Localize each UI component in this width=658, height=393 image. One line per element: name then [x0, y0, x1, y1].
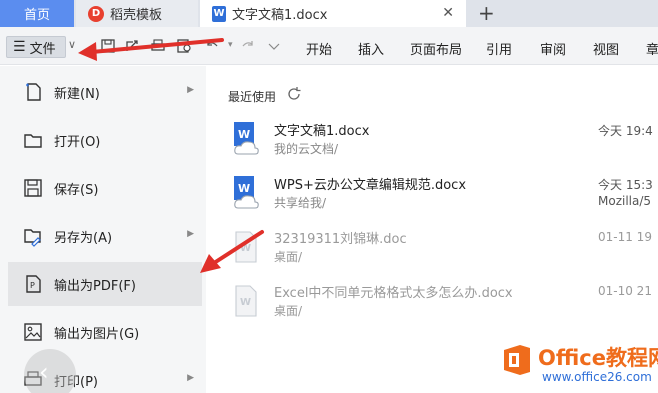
word-doc-icon: W [212, 5, 226, 22]
tab-home-label: 首页 [23, 8, 50, 23]
plus-icon[interactable]: + [478, 1, 495, 25]
export-icon[interactable] [124, 38, 140, 54]
file-location: 桌面/ [274, 304, 303, 318]
redo-icon[interactable] [240, 38, 256, 54]
svg-text:W: W [240, 297, 251, 308]
svg-text:P: P [30, 281, 35, 290]
cloud-doc-icon: W [232, 176, 260, 210]
tab-references[interactable]: 引用 [486, 39, 512, 58]
submenu-arrow-icon: ▶ [187, 229, 194, 239]
file-location: 共享给我/ [274, 196, 327, 210]
submenu-arrow-icon: ▶ [187, 85, 194, 95]
file-name: Excel中不同单元格格式太多怎么办.docx [274, 286, 513, 301]
save-as-icon [22, 225, 44, 247]
file-date: 01-11 19 [598, 230, 652, 244]
menu-item-open-label: 打开(O) [54, 134, 101, 150]
file-name: WPS+云办公文章编辑规范.docx [274, 178, 467, 193]
save-icon [22, 177, 44, 199]
toolbar: ☰ 文件 ∨ ▾ 开始 插入 页面布局 引用 审阅 视图 章 [0, 27, 658, 65]
svg-text:W: W [238, 128, 250, 141]
tab-review[interactable]: 审阅 [540, 39, 566, 58]
watermark-url: www.office26.com [542, 370, 652, 384]
file-date: 今天 15:3 [598, 178, 653, 192]
menu-item-export-image-label: 输出为图片(G) [54, 326, 140, 342]
refresh-icon[interactable] [286, 86, 302, 102]
menu-item-new[interactable]: 新建(N) ▶ [8, 70, 202, 114]
file-menu-button[interactable]: ☰ 文件 [6, 36, 66, 58]
tab-home[interactable]: 首页 [0, 0, 74, 27]
tab-chapter[interactable]: 章 [646, 39, 658, 58]
undo-dropdown-icon[interactable]: ▾ [228, 40, 233, 50]
tab-document[interactable]: W 文字文稿1.docx ✕ [200, 0, 466, 27]
recent-file-row[interactable]: W 32319311刘锦琳.doc 桌面/ 01-11 19 [232, 228, 652, 274]
svg-text:W: W [238, 182, 250, 195]
menu-item-export-image[interactable]: 输出为图片(G) [8, 310, 202, 354]
more-icon[interactable] [266, 38, 282, 54]
doc-icon: W [232, 230, 260, 264]
watermark-name: Office教程网 [538, 346, 658, 370]
pdf-export-icon: P [22, 273, 44, 295]
chevron-down-icon[interactable]: ∨ [68, 38, 76, 51]
menu-item-export-pdf[interactable]: P 输出为PDF(F) [8, 262, 202, 306]
tab-bar: 首页 D 稻壳模板 W 文字文稿1.docx ✕ + [0, 0, 658, 27]
close-icon[interactable]: ✕ [442, 5, 454, 21]
save-icon[interactable] [100, 38, 116, 54]
recent-title: 最近使用 [228, 90, 277, 104]
chevron-left-icon: ‹ [39, 358, 49, 386]
file-location: 我的云文档/ [274, 142, 339, 156]
docer-logo-icon: D [88, 5, 104, 22]
file-date: 今天 19:4 [598, 124, 653, 138]
tab-view[interactable]: 视图 [593, 39, 619, 58]
submenu-arrow-icon: ▶ [187, 373, 194, 383]
print-preview-icon[interactable] [176, 38, 192, 54]
file-menu-panel: 新建(N) ▶ 打开(O) 保存(S) 另存为(A) ▶ P 输出为PDF(F)… [0, 66, 206, 393]
menu-item-export-pdf-label: 输出为PDF(F) [54, 278, 136, 294]
tab-templates[interactable]: D 稻壳模板 [76, 0, 198, 27]
cloud-doc-icon: W [232, 122, 260, 156]
back-button[interactable]: ‹ [24, 349, 76, 393]
menu-item-save[interactable]: 保存(S) [8, 166, 202, 210]
menu-item-open[interactable]: 打开(O) [8, 118, 202, 162]
file-author: Mozilla/5 [598, 194, 652, 208]
tab-document-label: 文字文稿1.docx [232, 8, 328, 23]
file-location: 桌面/ [274, 250, 303, 264]
hamburger-icon: ☰ [13, 39, 26, 55]
file-name: 文字文稿1.docx [274, 124, 370, 139]
menu-item-save-as-label: 另存为(A) [54, 230, 113, 246]
svg-text:W: W [240, 243, 251, 254]
undo-icon[interactable] [204, 38, 220, 54]
tab-templates-label: 稻壳模板 [110, 8, 163, 23]
recent-file-row[interactable]: W Excel中不同单元格格式太多怎么办.docx 桌面/ 01-10 21 [232, 282, 652, 328]
menu-item-new-label: 新建(N) [54, 86, 100, 102]
image-export-icon [22, 321, 44, 343]
office-logo-icon [498, 342, 534, 378]
tab-page-layout[interactable]: 页面布局 [410, 39, 462, 58]
menu-item-save-as[interactable]: 另存为(A) ▶ [8, 214, 202, 258]
watermark: Office教程网 www.office26.com [498, 340, 658, 390]
recent-file-row[interactable]: W 文字文稿1.docx 我的云文档/ 今天 19:4 [232, 120, 653, 166]
doc-icon: W [232, 284, 260, 318]
menu-item-save-label: 保存(S) [54, 182, 99, 198]
file-date: 01-10 21 [598, 284, 652, 298]
tab-start[interactable]: 开始 [306, 39, 332, 58]
file-menu-label: 文件 [29, 41, 56, 57]
print-icon[interactable] [150, 38, 166, 54]
folder-icon [22, 129, 44, 151]
tab-insert[interactable]: 插入 [358, 39, 384, 58]
new-doc-icon [22, 81, 44, 103]
recent-file-row[interactable]: W WPS+云办公文章编辑规范.docx 共享给我/ 今天 15:3 Mozil… [232, 174, 653, 220]
file-name: 32319311刘锦琳.doc [274, 232, 407, 247]
